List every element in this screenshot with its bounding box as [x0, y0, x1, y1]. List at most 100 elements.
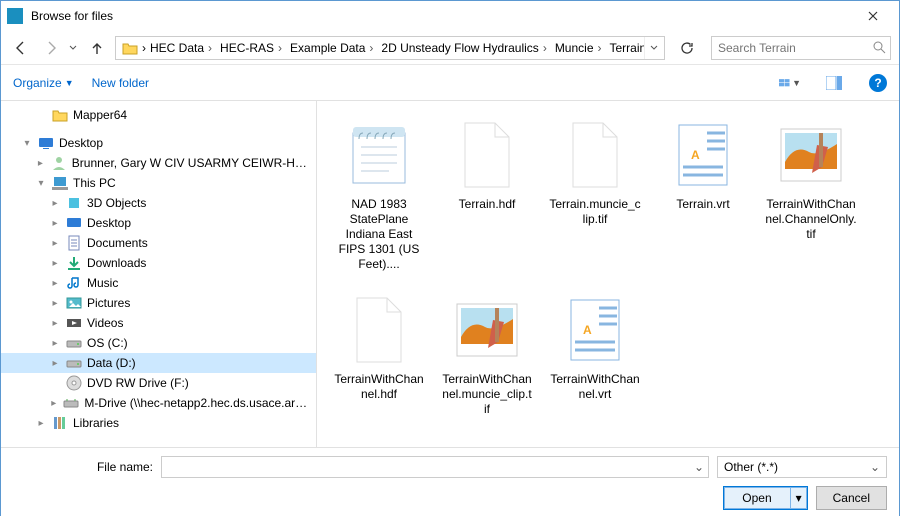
tree-item[interactable]: ▸Desktop	[1, 213, 316, 233]
file-type-filter[interactable]: Other (*.*) ⌄	[717, 456, 887, 478]
crumb[interactable]: 2D Unsteady Flow Hydraulics ›	[377, 37, 550, 59]
tree-item[interactable]: ▸ 3D Objects	[1, 193, 316, 213]
tree-label: Documents	[87, 236, 148, 250]
crumb-label: Example Data	[290, 41, 365, 55]
forward-button[interactable]	[39, 36, 63, 60]
expand-icon[interactable]: ▸	[49, 358, 61, 369]
preview-pane-button[interactable]	[823, 72, 845, 94]
tree-item[interactable]: ▾ Desktop	[1, 133, 316, 153]
file-item[interactable]: TerrainWithChannel.ChannelOnly.tif	[761, 113, 861, 276]
file-label: TerrainWithChannel.ChannelOnly.tif	[765, 197, 857, 242]
tree-label: M-Drive (\\hec-netapp2.hec.ds.usace.army…	[84, 396, 312, 410]
notepad-thumb	[341, 117, 417, 193]
expand-icon[interactable]: ▸	[49, 318, 61, 329]
crumb[interactable]: HEC Data›	[146, 37, 216, 59]
pics-icon	[66, 295, 82, 311]
tree-label: Data (D:)	[87, 356, 136, 370]
tree-label: This PC	[73, 176, 116, 190]
file-item[interactable]: Terrain.muncie_clip.tif	[545, 113, 645, 276]
open-button[interactable]: Open ▾	[723, 486, 807, 510]
crumb-label: HEC-RAS	[220, 41, 274, 55]
file-label: NAD 1983 StatePlane Indiana East FIPS 13…	[333, 197, 425, 272]
view-mode-button[interactable]: ▼	[779, 72, 801, 94]
window-title: Browse for files	[31, 9, 853, 23]
tree-item[interactable]: ▸Pictures	[1, 293, 316, 313]
new-folder-button[interactable]: New folder	[92, 76, 149, 90]
tree-item[interactable]: ▸ M-Drive (\\hec-netapp2.hec.ds.usace.arm…	[1, 393, 316, 413]
crumb[interactable]: Terrain›	[606, 37, 645, 59]
tree-item[interactable]: DVD RW Drive (F:)	[1, 373, 316, 393]
search-icon	[873, 41, 886, 54]
crumb-label: 2D Unsteady Flow Hydraulics	[381, 41, 538, 55]
breadcrumb-bar[interactable]: › HEC Data›HEC-RAS›Example Data›2D Unste…	[115, 36, 665, 60]
tree-item[interactable]: ▸ Libraries	[1, 413, 316, 433]
expand-icon[interactable]: ▾	[21, 138, 33, 149]
tree-label: 3D Objects	[87, 196, 146, 210]
tree-item[interactable]: ▸Downloads	[1, 253, 316, 273]
open-dropdown[interactable]: ▾	[791, 491, 807, 505]
up-button[interactable]	[85, 36, 109, 60]
tree-item[interactable]: ▸Brunner, Gary W CIV USARMY CEIWR-HEC (U…	[1, 153, 316, 173]
tree-label: Desktop	[59, 136, 103, 150]
expand-icon[interactable]: ▸	[49, 198, 61, 209]
content-pane[interactable]: NAD 1983 StatePlane Indiana East FIPS 13…	[317, 101, 899, 447]
expand-icon[interactable]: ▾	[35, 178, 47, 189]
desktop2-icon	[66, 215, 82, 231]
file-item[interactable]: Terrain.hdf	[437, 113, 537, 276]
tree-item[interactable]: ▾ This PC	[1, 173, 316, 193]
back-button[interactable]	[9, 36, 33, 60]
breadcrumb-dropdown[interactable]	[644, 37, 662, 59]
tree-item[interactable]: ▸ Videos	[1, 313, 316, 333]
tree-item[interactable]: ▸ Data (D:)	[1, 353, 316, 373]
lib-icon	[52, 415, 68, 431]
tree-label: Music	[87, 276, 118, 290]
chevron-icon: ›	[543, 41, 547, 55]
expand-icon[interactable]: ▸	[49, 298, 61, 309]
filename-combo[interactable]: ⌄	[161, 456, 709, 478]
chevron-icon: ›	[208, 41, 212, 55]
navbar: › HEC Data›HEC-RAS›Example Data›2D Unste…	[1, 31, 899, 65]
search-input[interactable]	[718, 41, 873, 55]
expand-icon[interactable]: ▸	[49, 278, 61, 289]
recent-dropdown[interactable]	[69, 45, 79, 51]
image-thumb	[449, 292, 525, 368]
file-item[interactable]: TerrainWithChannel.hdf	[329, 288, 429, 421]
crumb[interactable]: HEC-RAS ›	[216, 37, 286, 59]
file-item[interactable]: TerrainWithChannel.muncie_clip.tif	[437, 288, 537, 421]
expand-icon[interactable]: ▸	[35, 158, 46, 169]
expand-icon[interactable]: ▸	[49, 238, 61, 249]
body: Mapper64 ▾ Desktop ▸Brunner, Gary W CIV USA…	[1, 101, 899, 447]
tree-item[interactable]: ▸ OS (C:)	[1, 333, 316, 353]
tree-item[interactable]: Mapper64	[1, 105, 316, 125]
chevron-icon: ›	[278, 41, 282, 55]
refresh-button[interactable]	[675, 36, 699, 60]
chevron-down-icon[interactable]: ⌄	[694, 460, 704, 474]
crumb[interactable]: Muncie›	[551, 37, 606, 59]
expand-icon[interactable]: ▸	[49, 218, 61, 229]
expand-icon[interactable]: ▸	[49, 258, 61, 269]
cancel-button[interactable]: Cancel	[816, 486, 887, 510]
blank-thumb	[557, 117, 633, 193]
file-item[interactable]: NAD 1983 StatePlane Indiana East FIPS 13…	[329, 113, 429, 276]
expand-icon[interactable]: ▸	[49, 398, 58, 409]
tree-item[interactable]: ▸ Music	[1, 273, 316, 293]
expand-icon[interactable]: ▸	[49, 338, 61, 349]
close-button[interactable]	[853, 1, 893, 31]
filename-input[interactable]	[166, 460, 694, 474]
expand-icon[interactable]: ▸	[35, 418, 47, 429]
file-item[interactable]: ATerrainWithChannel.vrt	[545, 288, 645, 421]
file-label: TerrainWithChannel.vrt	[549, 372, 641, 402]
help-button[interactable]: ?	[869, 74, 887, 92]
tree-label: Mapper64	[73, 108, 127, 122]
search-box[interactable]	[711, 36, 891, 60]
crumb[interactable]: Example Data›	[286, 37, 377, 59]
tree-label: Videos	[87, 316, 123, 330]
organize-menu[interactable]: Organize▼	[13, 76, 74, 90]
tree-pane[interactable]: Mapper64 ▾ Desktop ▸Brunner, Gary W CIV USA…	[1, 101, 317, 447]
crumb-label: Terrain	[610, 41, 645, 55]
file-item[interactable]: ATerrain.vrt	[653, 113, 753, 276]
tree-item[interactable]: ▸ Documents	[1, 233, 316, 253]
tree-label: DVD RW Drive (F:)	[87, 376, 189, 390]
tree-label: Libraries	[73, 416, 119, 430]
tree-label: OS (C:)	[87, 336, 128, 350]
